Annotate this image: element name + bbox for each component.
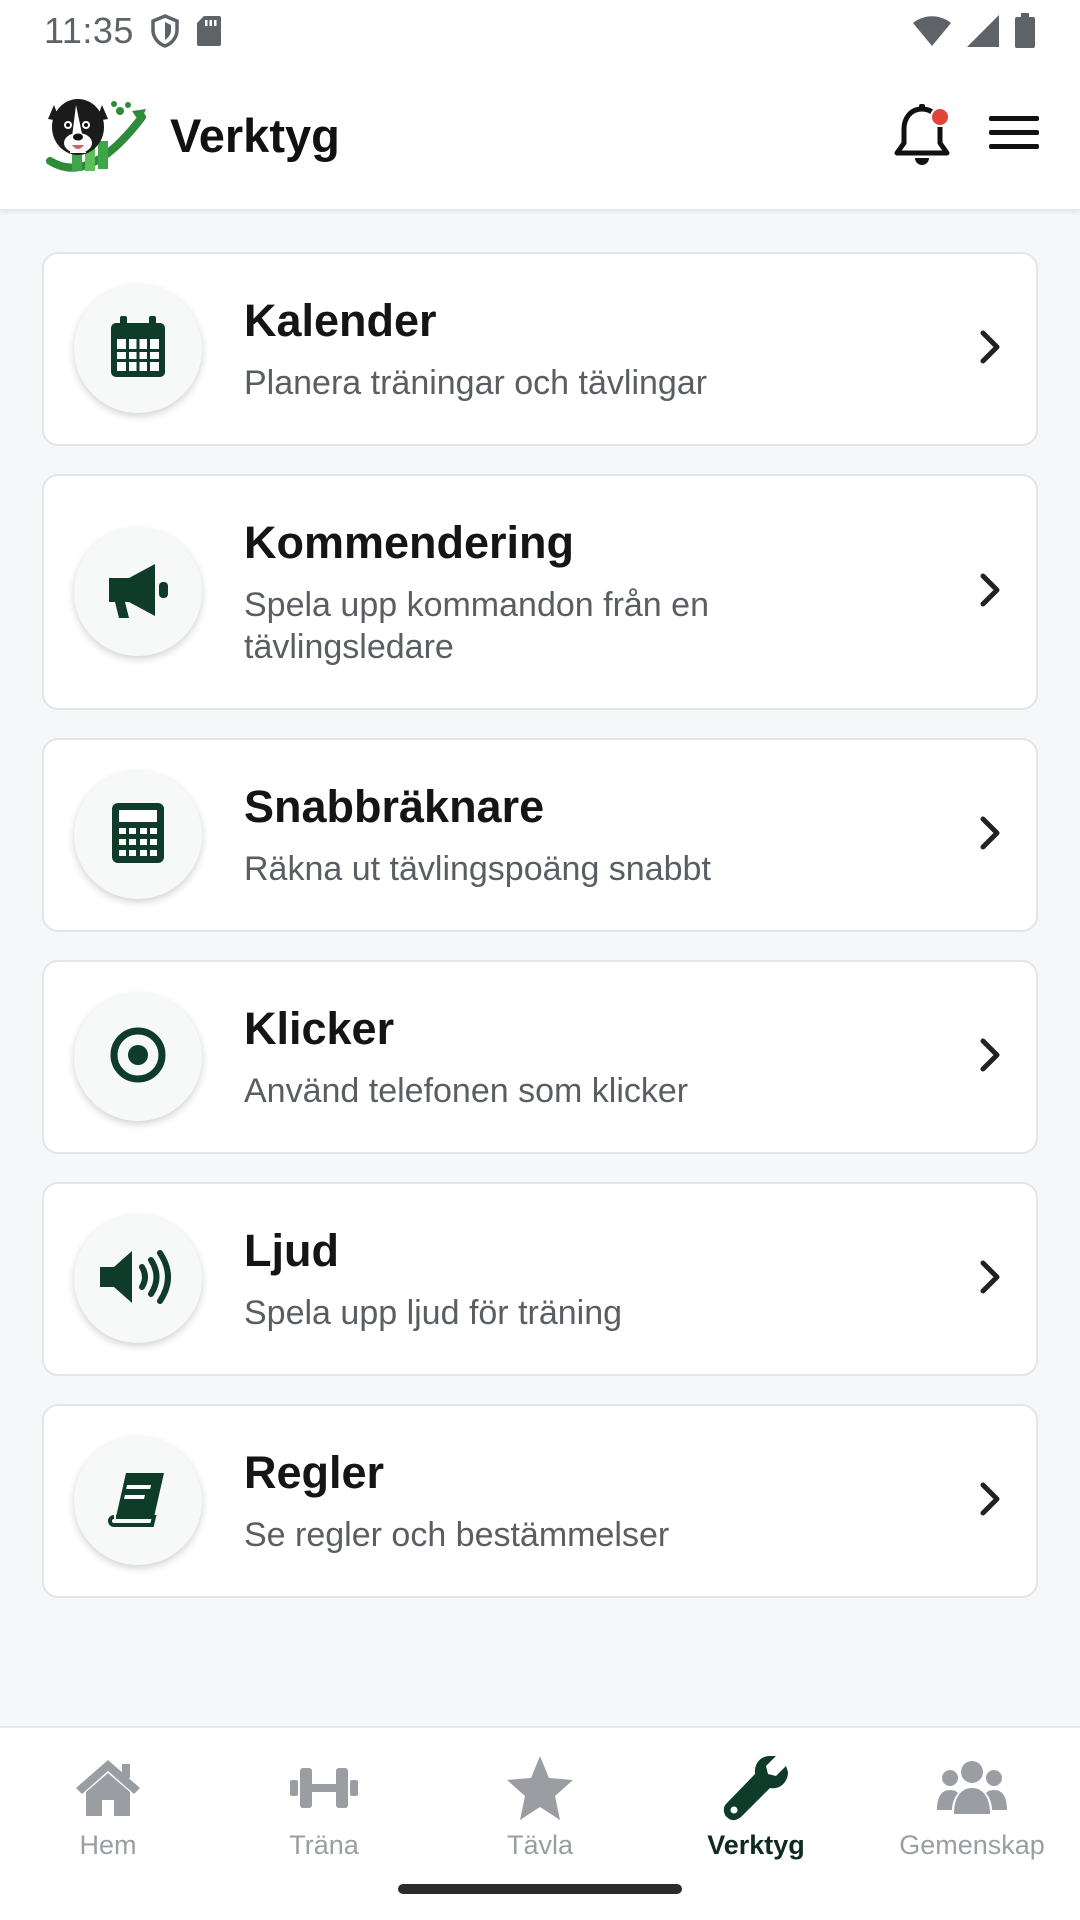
tool-list: Kalender Planera träningar och tävlingar… <box>42 252 1038 1626</box>
dumbbell-icon <box>288 1752 360 1824</box>
tool-text: Kalender Planera träningar och tävlingar <box>244 294 950 405</box>
tool-title: Klicker <box>244 1002 395 1054</box>
app-header: Verktyg <box>0 62 1080 210</box>
chevron-right-icon <box>950 1479 1010 1524</box>
tool-icon-wrap <box>74 528 202 656</box>
tool-description: Räkna ut tävlingspoäng snabbt <box>244 849 711 888</box>
nav-item-trana[interactable]: Träna <box>216 1728 432 1878</box>
nav-label: Träna <box>289 1830 359 1860</box>
shield-icon <box>150 14 180 48</box>
tool-title: Snabbräknare <box>244 780 545 832</box>
tool-description: Se regler och bestämmelser <box>244 1515 670 1554</box>
status-time: 11:35 <box>44 10 134 51</box>
chevron-right-icon <box>950 570 1010 615</box>
tool-description: Spela upp kommandon från en tävlingsleda… <box>244 585 709 667</box>
status-bar: 11:35 <box>0 0 1080 62</box>
tool-card-kalender[interactable]: Kalender Planera träningar och tävlingar <box>42 252 1038 446</box>
chevron-right-icon <box>950 813 1010 858</box>
tool-text: Kommendering Spela upp kommandon från en… <box>244 516 950 669</box>
sd-card-icon <box>196 15 222 47</box>
tool-text: Regler Se regler och bestämmelser <box>244 1446 950 1557</box>
chevron-right-icon <box>950 327 1010 372</box>
nav-item-tavla[interactable]: Tävla <box>432 1728 648 1878</box>
target-icon <box>108 1025 168 1090</box>
notifications-button[interactable] <box>892 103 952 169</box>
tool-description: Planera träningar och tävlingar <box>244 363 708 402</box>
notification-badge <box>930 106 950 127</box>
nav-item-hem[interactable]: Hem <box>0 1728 216 1878</box>
nav-label: Verktyg <box>707 1830 805 1860</box>
tool-title: Kommendering <box>244 516 575 568</box>
megaphone-icon <box>105 560 171 625</box>
tool-title: Regler <box>244 1446 385 1498</box>
chevron-right-icon <box>950 1257 1010 1302</box>
wrench-icon <box>720 1752 792 1824</box>
speaker-icon <box>98 1247 178 1312</box>
home-indicator[interactable] <box>398 1884 682 1894</box>
bell-icon <box>892 103 952 173</box>
calculator-icon <box>110 801 166 870</box>
hamburger-menu-icon[interactable] <box>988 113 1040 158</box>
tool-icon-wrap <box>74 1437 202 1565</box>
tool-text: Klicker Använd telefonen som klicker <box>244 1002 950 1113</box>
nav-label: Gemenskap <box>899 1830 1045 1860</box>
dog-logo[interactable] <box>40 91 148 181</box>
tool-text: Snabbräknare Räkna ut tävlingspoäng snab… <box>244 780 950 891</box>
users-icon <box>936 1752 1008 1824</box>
page-title: Verktyg <box>170 109 340 162</box>
tool-card-regler[interactable]: Regler Se regler och bestämmelser <box>42 1404 1038 1598</box>
tool-description: Använd telefonen som klicker <box>244 1071 689 1110</box>
nav-item-verktyg[interactable]: Verktyg <box>648 1728 864 1878</box>
book-icon <box>108 1471 168 1532</box>
signal-icon <box>966 14 1000 48</box>
tool-card-ljud[interactable]: Ljud Spela upp ljud för träning <box>42 1182 1038 1376</box>
wifi-icon <box>912 15 952 47</box>
tool-title: Kalender <box>244 294 437 346</box>
bottom-nav: Hem Träna Tävla Verktyg Gemenskap <box>0 1726 1080 1920</box>
nav-label: Tävla <box>506 1830 574 1860</box>
tool-icon-wrap <box>74 993 202 1121</box>
home-icon <box>72 1752 144 1824</box>
chevron-right-icon <box>950 1035 1010 1080</box>
tool-icon-wrap <box>74 1215 202 1343</box>
calendar-icon <box>108 315 168 384</box>
tool-icon-wrap <box>74 771 202 899</box>
tool-icon-wrap <box>74 285 202 413</box>
tool-title: Ljud <box>244 1224 339 1276</box>
tool-card-snabbraknare[interactable]: Snabbräknare Räkna ut tävlingspoäng snab… <box>42 738 1038 932</box>
battery-icon <box>1014 13 1036 49</box>
tool-card-kommendering[interactable]: Kommendering Spela upp kommandon från en… <box>42 474 1038 710</box>
nav-item-gemenskap[interactable]: Gemenskap <box>864 1728 1080 1878</box>
star-icon <box>504 1752 576 1824</box>
tool-card-klicker[interactable]: Klicker Använd telefonen som klicker <box>42 960 1038 1154</box>
tool-description: Spela upp ljud för träning <box>244 1293 623 1332</box>
nav-label: Hem <box>79 1830 137 1860</box>
tool-text: Ljud Spela upp ljud för träning <box>244 1224 950 1335</box>
